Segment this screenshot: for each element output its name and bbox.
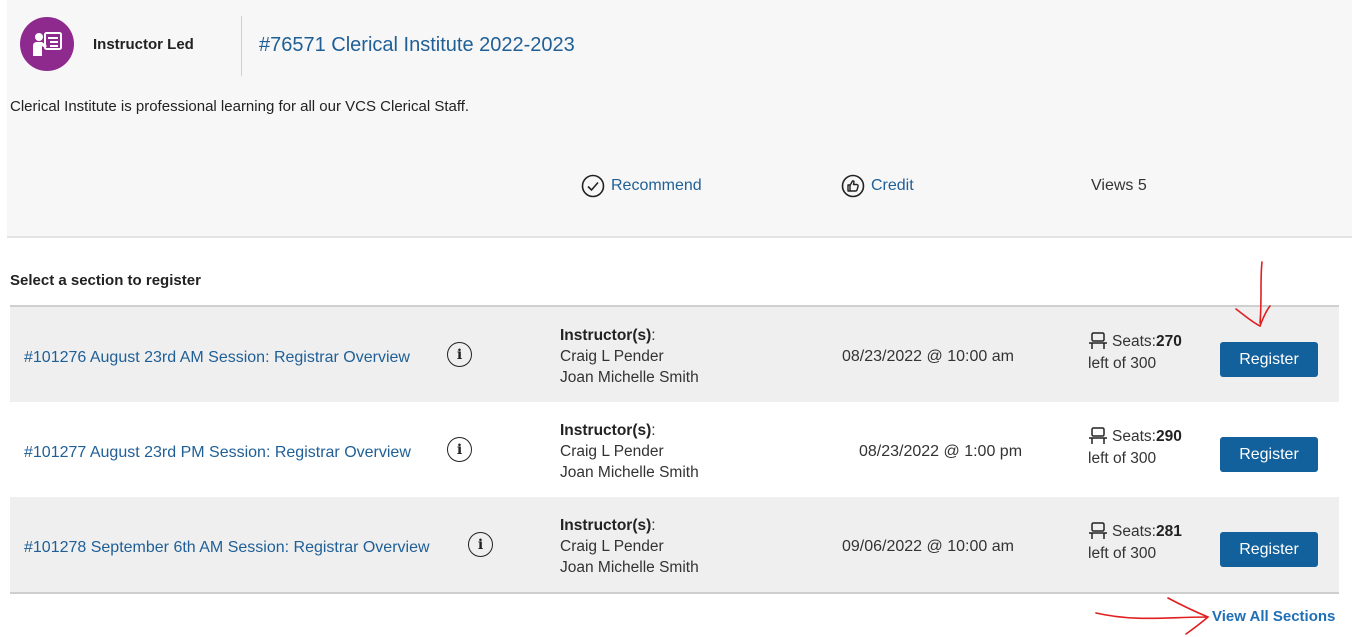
- instructor-name: Joan Michelle Smith: [560, 369, 699, 386]
- section-datetime: 08/23/2022 @ 1:00 pm: [859, 443, 1023, 460]
- info-icon[interactable]: i: [447, 342, 472, 367]
- seats-count: 281: [1155, 523, 1182, 540]
- section-title-link[interactable]: #101276 August 23rd AM Session: Registra…: [24, 349, 410, 367]
- section-instructors: Instructor(s): Craig L Pender Joan Miche…: [560, 517, 699, 576]
- section-instructors: Instructor(s): Craig L Pender Joan Miche…: [560, 422, 699, 481]
- credit-label: Credit: [871, 177, 914, 194]
- seat-icon: [1089, 522, 1107, 539]
- annotation-arrow-right: [1095, 597, 1210, 635]
- section-instructors: Instructor(s): Craig L Pender Joan Miche…: [560, 327, 699, 386]
- recommend-label: Recommend: [611, 177, 702, 194]
- seats-info: Seats: 281 left of 300: [1088, 521, 1182, 565]
- section-datetime: 09/06/2022 @ 10:00 am: [842, 538, 1014, 555]
- credit-button[interactable]: Credit: [841, 174, 914, 198]
- instructor-led-icon: [20, 17, 74, 71]
- section-row: #101277 August 23rd PM Session: Registra…: [10, 402, 1339, 497]
- register-button[interactable]: Register: [1220, 437, 1318, 472]
- seats-total: left of 300: [1088, 355, 1157, 372]
- section-title-link[interactable]: #101277 August 23rd PM Session: Registra…: [24, 444, 411, 462]
- check-circle-icon: [581, 174, 605, 198]
- seats-label: Seats:: [1112, 428, 1156, 445]
- seats-count: 290: [1155, 428, 1182, 445]
- course-card: Instructor Led #76571 Clerical Institute…: [7, 0, 1352, 238]
- recommend-button[interactable]: Recommend: [581, 174, 702, 198]
- course-title-link[interactable]: #76571 Clerical Institute 2022-2023: [259, 34, 575, 57]
- register-button[interactable]: Register: [1220, 342, 1318, 377]
- section-title-link[interactable]: #101278 September 6th AM Session: Regist…: [24, 539, 430, 557]
- header-divider: [241, 16, 242, 76]
- seats-info: Seats: 290 left of 300: [1088, 426, 1182, 470]
- seats-count: 270: [1155, 333, 1182, 350]
- section-datetime: 08/23/2022 @ 10:00 am: [842, 348, 1014, 365]
- sections-heading: Select a section to register: [10, 272, 201, 289]
- thumbs-up-icon: [841, 174, 865, 198]
- instructor-name: Craig L Pender: [560, 538, 664, 555]
- section-row: #101276 August 23rd AM Session: Registra…: [10, 307, 1339, 402]
- instructor-name: Joan Michelle Smith: [560, 464, 699, 481]
- instructor-name: Joan Michelle Smith: [560, 559, 699, 576]
- course-type-label: Instructor Led: [93, 36, 194, 53]
- sections-table: #101276 August 23rd AM Session: Registra…: [10, 305, 1339, 594]
- seats-label: Seats:: [1112, 523, 1156, 540]
- course-description: Clerical Institute is professional learn…: [10, 98, 470, 115]
- views-count: Views 5: [1091, 177, 1147, 194]
- seat-icon: [1089, 332, 1107, 349]
- section-row: #101278 September 6th AM Session: Regist…: [10, 497, 1339, 592]
- info-icon[interactable]: i: [468, 532, 493, 557]
- view-all-sections-link[interactable]: View All Sections: [1212, 608, 1335, 625]
- register-button[interactable]: Register: [1220, 532, 1318, 567]
- instructor-name: Craig L Pender: [560, 443, 664, 460]
- seats-info: Seats: 270 left of 300: [1088, 331, 1182, 375]
- instructors-header: Instructor(s): [560, 517, 652, 534]
- instructor-name: Craig L Pender: [560, 348, 664, 365]
- seats-total: left of 300: [1088, 545, 1157, 562]
- seats-label: Seats:: [1112, 333, 1156, 350]
- instructors-header: Instructor(s): [560, 327, 652, 344]
- seat-icon: [1089, 427, 1107, 444]
- instructors-header: Instructor(s): [560, 422, 652, 439]
- info-icon[interactable]: i: [447, 437, 472, 462]
- seats-total: left of 300: [1088, 450, 1157, 467]
